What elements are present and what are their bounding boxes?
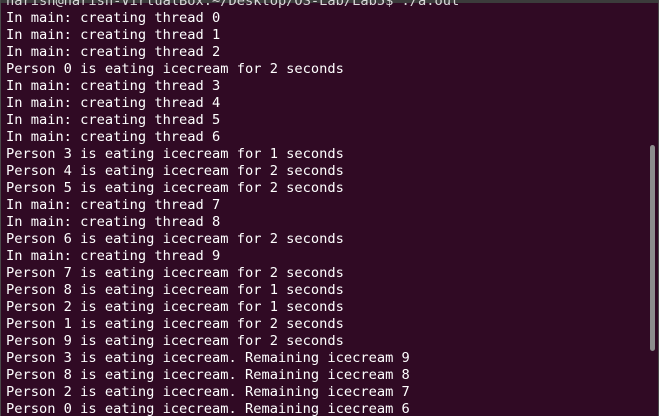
terminal-line: Person 8 is eating icecream for 1 second… bbox=[6, 282, 344, 298]
terminal-line: Person 4 is eating icecream for 2 second… bbox=[6, 163, 344, 179]
terminal-line: In main: creating thread 9 bbox=[6, 248, 221, 264]
terminal-line: In main: creating thread 5 bbox=[6, 112, 221, 128]
terminal-prompt-line: harish@harish-VirtualBox:~/Desktop/OS-La… bbox=[6, 0, 460, 9]
vertical-scrollbar[interactable] bbox=[650, 145, 655, 351]
terminal-line: Person 2 is eating icecream for 1 second… bbox=[6, 299, 344, 315]
terminal-line: In main: creating thread 4 bbox=[6, 95, 221, 111]
terminal-line: Person 5 is eating icecream for 2 second… bbox=[6, 180, 344, 196]
terminal-line: Person 1 is eating icecream for 2 second… bbox=[6, 316, 344, 332]
terminal-line: In main: creating thread 0 bbox=[6, 10, 221, 26]
terminal-line: Person 0 is eating icecream for 2 second… bbox=[6, 61, 344, 77]
terminal-line: Person 9 is eating icecream for 2 second… bbox=[6, 333, 344, 349]
terminal-line: Person 7 is eating icecream for 2 second… bbox=[6, 265, 344, 281]
terminal-line: In main: creating thread 1 bbox=[6, 27, 221, 43]
terminal-line: In main: creating thread 3 bbox=[6, 78, 221, 94]
terminal-line: In main: creating thread 8 bbox=[6, 214, 221, 230]
terminal-line: Person 0 is eating icecream. Remaining i… bbox=[6, 401, 410, 416]
terminal-output[interactable]: harish@harish-VirtualBox:~/Desktop/OS-La… bbox=[6, 0, 459, 416]
terminal-line: Person 3 is eating icecream for 1 second… bbox=[6, 146, 344, 162]
terminal-line: In main: creating thread 6 bbox=[6, 129, 221, 145]
terminal-line: Person 3 is eating icecream. Remaining i… bbox=[6, 350, 410, 366]
terminal-line: Person 2 is eating icecream. Remaining i… bbox=[6, 384, 410, 400]
terminal-window[interactable]: harish@harish-VirtualBox:~/Desktop/OS-La… bbox=[0, 0, 659, 416]
terminal-line: Person 6 is eating icecream for 2 second… bbox=[6, 231, 344, 247]
terminal-line: In main: creating thread 7 bbox=[6, 197, 221, 213]
terminal-line: In main: creating thread 2 bbox=[6, 44, 221, 60]
terminal-line: Person 8 is eating icecream. Remaining i… bbox=[6, 367, 410, 383]
